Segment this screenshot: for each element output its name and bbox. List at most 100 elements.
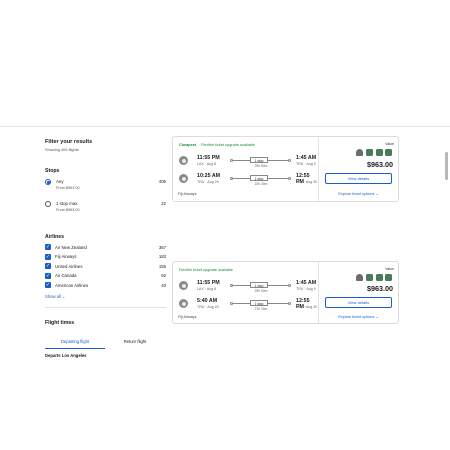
- checked-bag-icon: [376, 274, 383, 281]
- sidebar-divider: [45, 306, 166, 308]
- checkmark-icon[interactable]: ✓: [45, 272, 51, 279]
- value-label: Value: [385, 142, 394, 146]
- airline-label: Fiji Airways: [55, 254, 77, 259]
- option-from-price: From $963.00: [56, 186, 80, 190]
- departure-time: 10:25 AM: [197, 173, 221, 179]
- checkmark-icon[interactable]: ✓: [45, 253, 51, 260]
- page-scrollbar[interactable]: [445, 152, 448, 180]
- route-start-dot: [230, 158, 233, 162]
- route-end-dot: [288, 176, 291, 180]
- flight-duration: 22h 30m: [254, 182, 268, 186]
- flight-times-heading: Flight times: [45, 319, 75, 326]
- airline-count: 183: [158, 254, 166, 259]
- stops-heading: Stops: [45, 168, 60, 174]
- option-from-price: From $963.00: [56, 208, 80, 212]
- checked-bag-icon: [385, 149, 392, 156]
- chevron-down-icon: ⌄: [62, 293, 66, 299]
- cheapest-badge: Cheapest: [179, 143, 197, 147]
- ticket-price: $963.00: [367, 284, 393, 293]
- flight-result-card[interactable]: Flexible ticket upgrade available 11:55 …: [172, 261, 399, 324]
- view-details-button[interactable]: View details: [325, 297, 392, 308]
- checkmark-icon[interactable]: ✓: [45, 263, 51, 269]
- checkmark-icon[interactable]: ✓: [45, 282, 51, 288]
- airline-logo-icon: [179, 174, 188, 183]
- airline-filter-air-new-zealand[interactable]: ✓ Air New Zealand 367: [45, 244, 166, 254]
- option-label: Any: [56, 179, 64, 184]
- view-details-button[interactable]: View details: [325, 173, 392, 184]
- airline-count: 92: [161, 273, 166, 278]
- stops-option-any[interactable]: Any From $963.00 405: [45, 178, 166, 196]
- stops-option-1-stop[interactable]: 1 stop max From $963.00 22: [45, 200, 166, 218]
- flight-duration: 29h 50m: [254, 289, 268, 293]
- airline-label: Air New Zealand: [55, 244, 87, 250]
- option-count: 405: [158, 179, 166, 184]
- explore-ticket-options-link[interactable]: Explore ticket options ⌄: [319, 191, 398, 196]
- chevron-down-icon: ⌄: [375, 192, 379, 196]
- flight-times-tabs: Departing flight Return flight: [45, 335, 166, 349]
- personal-item-icon: [356, 149, 363, 156]
- outbound-leg: 11:55 PM LAX · Aug 8 1 stop 29h 50m 1:45…: [178, 155, 318, 172]
- tab-departing-flight[interactable]: Departing flight: [45, 339, 105, 344]
- airline-logo-icon: [179, 299, 188, 308]
- route-start-dot: [230, 283, 233, 287]
- arrival-airport-date: LAX · Aug 20: [296, 305, 318, 309]
- departure-airport-date: TRU · Aug 20: [197, 180, 219, 184]
- option-label: 1 stop max: [56, 201, 78, 206]
- departure-airport-date: LAX · Aug 8: [197, 287, 217, 291]
- chevron-down-icon: ⌄: [375, 315, 379, 319]
- personal-item-icon: [356, 274, 363, 281]
- option-count: 22: [161, 201, 166, 206]
- value-label: Value: [385, 267, 394, 271]
- airline-label: American Airlines: [55, 282, 89, 288]
- route-end-dot: [288, 301, 291, 305]
- explore-label: Explore ticket options: [338, 315, 375, 319]
- radio-1-stop[interactable]: [45, 201, 51, 207]
- route-start-dot: [230, 176, 233, 180]
- tab-return-flight[interactable]: Return flight: [105, 339, 165, 344]
- route-end-dot: [288, 283, 291, 287]
- airline-label: United Airlines: [55, 263, 83, 269]
- stops-indicator: 1 stop: [250, 282, 268, 288]
- stops-indicator: 1 stop: [250, 157, 268, 163]
- flight-result-card[interactable]: Cheapest Flexible ticket upgrade availab…: [172, 136, 399, 202]
- checked-bag-icon: [385, 274, 392, 281]
- airline-filter-united-airlines[interactable]: ✓ United Airlines 155: [45, 263, 166, 273]
- airline-count: 367: [158, 244, 166, 250]
- outbound-leg: 11:55 PM LAX · Aug 8 1 stop 29h 50m 1:45…: [178, 280, 318, 297]
- return-leg: 5:40 AM TRU · Aug 20 1 stop 27h 15m 12:5…: [178, 298, 318, 315]
- arrival-time: 1:45 AM: [296, 280, 317, 286]
- airline-count: 40: [161, 282, 166, 288]
- filter-title: Filter your results: [45, 139, 93, 145]
- arrival-airport-date: TRU · Aug 9: [296, 287, 316, 291]
- departure-time: 11:55 PM: [197, 155, 220, 161]
- filter-sidebar: Filter your results Showing 405 flights …: [45, 139, 166, 358]
- top-divider: [0, 126, 450, 127]
- return-leg: 10:25 AM TRU · Aug 20 1 stop 22h 30m 12:…: [178, 173, 318, 190]
- explore-ticket-options-link[interactable]: Explore ticket options ⌄: [319, 314, 398, 319]
- departure-time: 11:55 PM: [197, 280, 220, 286]
- airline-filter-american-airlines[interactable]: ✓ American Airlines 40: [45, 282, 166, 292]
- carry-on-bag-icon: [366, 149, 373, 156]
- departure-airport-date: TRU · Aug 20: [197, 305, 219, 309]
- baggage-icons: [353, 274, 393, 283]
- carry-on-bag-icon: [366, 274, 373, 281]
- show-all-airlines-link[interactable]: Show all ⌄: [45, 294, 166, 299]
- radio-any[interactable]: [45, 179, 51, 185]
- departure-time: 5:40 AM: [197, 298, 218, 304]
- results-count: Showing 405 flights: [45, 147, 79, 152]
- stops-indicator: 1 stop: [250, 300, 268, 306]
- departure-airport-date: LAX · Aug 8: [197, 162, 217, 166]
- arrival-airport-date: TRU · Aug 9: [296, 162, 316, 166]
- airline-name: Fiji Airways: [178, 192, 197, 196]
- airline-name: Fiji Airways: [178, 315, 197, 319]
- airline-logo-icon: [179, 156, 188, 165]
- airline-filter-air-canada[interactable]: ✓ Air Canada 92: [45, 272, 166, 283]
- flight-duration: 29h 50m: [254, 164, 268, 168]
- airline-filter-fiji-airways[interactable]: ✓ Fiji Airways 183: [45, 253, 166, 264]
- explore-label: Explore ticket options: [338, 192, 375, 196]
- checkmark-icon[interactable]: ✓: [45, 244, 51, 250]
- checked-bag-icon: [376, 149, 383, 156]
- flexible-upgrade-badge: Flexible ticket upgrade available: [179, 268, 234, 272]
- flexible-upgrade-badge: Flexible ticket upgrade available: [201, 143, 256, 147]
- ticket-price: $963.00: [367, 160, 393, 169]
